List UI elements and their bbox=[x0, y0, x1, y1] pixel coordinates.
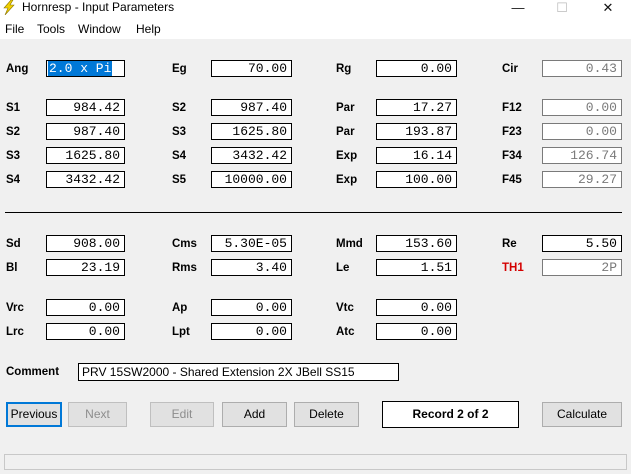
lpt-field[interactable]: 0.00 bbox=[211, 323, 292, 340]
s2-left-field[interactable]: 987.40 bbox=[46, 123, 125, 140]
f23-field: 0.00 bbox=[542, 123, 622, 140]
s4-left-label: S4 bbox=[6, 174, 21, 186]
section-divider bbox=[5, 212, 622, 213]
re-field[interactable]: 5.50 bbox=[542, 235, 622, 252]
le-field[interactable]: 1.51 bbox=[376, 259, 457, 276]
eg-field[interactable]: 70.00 bbox=[211, 60, 292, 77]
comment-label: Comment bbox=[6, 366, 60, 378]
lpt-label: Lpt bbox=[172, 326, 190, 338]
delete-button[interactable]: Delete bbox=[294, 402, 359, 427]
ap-field[interactable]: 0.00 bbox=[211, 299, 292, 316]
vrc-label: Vrc bbox=[6, 302, 24, 314]
lrc-field[interactable]: 0.00 bbox=[46, 323, 125, 340]
next-button[interactable]: Next bbox=[68, 402, 127, 427]
menu-help[interactable]: Help bbox=[136, 22, 161, 36]
vtc-label: Vtc bbox=[336, 302, 354, 314]
title-bar: Hornresp - Input Parameters — ☐ ✕ bbox=[0, 0, 631, 17]
ang-field[interactable]: 2.0 x Pi bbox=[46, 60, 125, 77]
exp1-label: Exp bbox=[336, 150, 358, 162]
previous-button[interactable]: Previous bbox=[6, 402, 62, 427]
rms-label: Rms bbox=[172, 262, 197, 274]
atc-label: Atc bbox=[336, 326, 355, 338]
f12-label: F12 bbox=[502, 102, 522, 114]
vrc-field[interactable]: 0.00 bbox=[46, 299, 125, 316]
s3-left-label: S3 bbox=[6, 150, 21, 162]
lrc-label: Lrc bbox=[6, 326, 24, 338]
s5-field[interactable]: 10000.00 bbox=[211, 171, 292, 188]
status-bar bbox=[0, 451, 631, 474]
f23-label: F23 bbox=[502, 126, 522, 138]
vtc-field[interactable]: 0.00 bbox=[376, 299, 457, 316]
th1-label[interactable]: TH1 bbox=[502, 261, 524, 275]
re-label: Re bbox=[502, 238, 517, 250]
exp2-label: Exp bbox=[336, 174, 358, 186]
s4-left-field[interactable]: 3432.42 bbox=[46, 171, 125, 188]
eg-label: Eg bbox=[172, 63, 187, 75]
comment-field[interactable]: PRV 15SW2000 - Shared Extension 2X JBell… bbox=[78, 363, 399, 381]
f45-field: 29.27 bbox=[542, 171, 622, 188]
ap-label: Ap bbox=[172, 302, 188, 314]
lightning-icon bbox=[3, 0, 15, 15]
rg-label: Rg bbox=[336, 63, 352, 75]
menu-tools[interactable]: Tools bbox=[37, 22, 65, 36]
menu-window[interactable]: Window bbox=[78, 22, 121, 36]
ang-value: 2.0 x Pi bbox=[48, 61, 113, 76]
par1-field[interactable]: 17.27 bbox=[376, 99, 457, 116]
bl-field[interactable]: 23.19 bbox=[46, 259, 125, 276]
s5-label: S5 bbox=[172, 174, 187, 186]
ang-label: Ang bbox=[6, 63, 29, 75]
cms-field[interactable]: 5.30E-05 bbox=[211, 235, 292, 252]
s3-field[interactable]: 1625.80 bbox=[211, 123, 292, 140]
f45-label: F45 bbox=[502, 174, 522, 186]
le-label: Le bbox=[336, 262, 350, 274]
s2-left-label: S2 bbox=[6, 126, 21, 138]
s1-label: S1 bbox=[6, 102, 21, 114]
s2-label: S2 bbox=[172, 102, 187, 114]
menu-bar: File Tools Window Help bbox=[0, 19, 631, 39]
add-button[interactable]: Add bbox=[222, 402, 287, 427]
maximize-button[interactable]: ☐ bbox=[539, 0, 585, 16]
input-parameters-panel: Ang 2.0 x Pi Eg 70.00 Rg 0.00 Cir 0.43 S… bbox=[0, 39, 631, 451]
s4-field[interactable]: 3432.42 bbox=[211, 147, 292, 164]
cir-field: 0.43 bbox=[542, 60, 622, 77]
s2-field[interactable]: 987.40 bbox=[211, 99, 292, 116]
cms-label: Cms bbox=[172, 238, 197, 250]
menu-file[interactable]: File bbox=[5, 22, 24, 36]
sd-field[interactable]: 908.00 bbox=[46, 235, 125, 252]
th1-field: 2P bbox=[542, 259, 622, 276]
minimize-button[interactable]: — bbox=[495, 0, 541, 16]
cir-label: Cir bbox=[502, 63, 518, 75]
calculate-button[interactable]: Calculate bbox=[542, 402, 622, 427]
atc-field[interactable]: 0.00 bbox=[376, 323, 457, 340]
window-title: Hornresp - Input Parameters bbox=[22, 0, 175, 14]
s3-label: S3 bbox=[172, 126, 187, 138]
status-panel bbox=[4, 454, 627, 470]
f34-field: 126.74 bbox=[542, 147, 622, 164]
par2-field[interactable]: 193.87 bbox=[376, 123, 457, 140]
sd-label: Sd bbox=[6, 238, 21, 250]
edit-button[interactable]: Edit bbox=[150, 402, 214, 427]
bl-label: Bl bbox=[6, 262, 18, 274]
mmd-field[interactable]: 153.60 bbox=[376, 235, 457, 252]
s4-label: S4 bbox=[172, 150, 187, 162]
close-button[interactable]: ✕ bbox=[585, 0, 631, 16]
record-indicator: Record 2 of 2 bbox=[382, 401, 519, 428]
par2-label: Par bbox=[336, 126, 355, 138]
s3-left-field[interactable]: 1625.80 bbox=[46, 147, 125, 164]
f34-label: F34 bbox=[502, 150, 522, 162]
par1-label: Par bbox=[336, 102, 355, 114]
rg-field[interactable]: 0.00 bbox=[376, 60, 457, 77]
mmd-label: Mmd bbox=[336, 238, 363, 250]
exp2-field[interactable]: 100.00 bbox=[376, 171, 457, 188]
rms-field[interactable]: 3.40 bbox=[211, 259, 292, 276]
f12-field: 0.00 bbox=[542, 99, 622, 116]
s1-field[interactable]: 984.42 bbox=[46, 99, 125, 116]
exp1-field[interactable]: 16.14 bbox=[376, 147, 457, 164]
